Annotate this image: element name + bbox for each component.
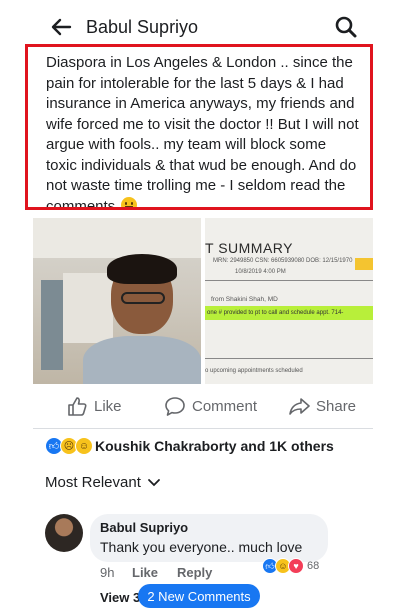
post-photos[interactable]: T SUMMARY MRN: 2949850 CSN: 6605939080 D… bbox=[33, 218, 373, 384]
page-title: Babul Supriyo bbox=[86, 17, 199, 37]
avatar[interactable] bbox=[45, 514, 83, 552]
doc-rule bbox=[205, 280, 373, 281]
reaction-icons[interactable]: 👍︎ ☹ ☺ bbox=[45, 436, 93, 456]
new-comments-button[interactable]: 2 New Comments bbox=[138, 584, 260, 608]
divider bbox=[33, 428, 373, 429]
doc-footer-line: o upcoming appointments scheduled bbox=[205, 368, 303, 374]
chevron-down-icon bbox=[147, 478, 160, 486]
grin-emoji-icon bbox=[121, 196, 138, 207]
hospital-gown bbox=[83, 336, 201, 384]
comment-icon bbox=[165, 397, 185, 416]
view-replies-link[interactable]: View 3 bbox=[100, 590, 140, 605]
doc-rule-2 bbox=[205, 358, 373, 359]
door bbox=[41, 280, 63, 370]
comment-like-button[interactable]: Like bbox=[132, 565, 158, 580]
comment-text: Thank you everyone.. much love bbox=[100, 539, 303, 555]
sort-dropdown[interactable]: Most Relevant bbox=[45, 474, 161, 491]
comment-author[interactable]: Babul Supriyo bbox=[100, 520, 188, 535]
post-text: Diaspora in Los Angeles & London .. sinc… bbox=[25, 44, 373, 210]
reactions-summary[interactable]: Koushik Chakraborty and 1K others bbox=[95, 438, 334, 454]
comment-time: 9h bbox=[100, 565, 115, 580]
comment-button[interactable]: Comment bbox=[164, 390, 257, 422]
comment-reaction-count: 68 bbox=[307, 560, 320, 572]
like-button[interactable]: Like bbox=[66, 390, 122, 422]
share-icon bbox=[289, 398, 310, 415]
doc-mrn-line: MRN: 2949850 CSN: 6605939080 DOB: 12/15/… bbox=[213, 258, 353, 264]
haha-icon: ☺ bbox=[75, 437, 93, 455]
love-icon: ♥ bbox=[288, 558, 304, 574]
wall bbox=[63, 273, 113, 343]
medical-document-photo[interactable]: T SUMMARY MRN: 2949850 CSN: 6605939080 D… bbox=[205, 218, 373, 384]
ceiling bbox=[33, 218, 201, 258]
share-label: Share bbox=[316, 397, 357, 415]
hair bbox=[107, 254, 177, 284]
back-arrow-icon[interactable] bbox=[50, 16, 72, 38]
glasses bbox=[121, 292, 165, 304]
doc-title: T SUMMARY bbox=[205, 240, 293, 256]
comment-reply-button[interactable]: Reply bbox=[177, 565, 212, 580]
doc-highlight-line: one # provided to pt to call and schedul… bbox=[207, 310, 344, 316]
comment-label: Comment bbox=[192, 397, 258, 415]
post-actions: Like Comment Share bbox=[0, 390, 400, 422]
doc-date-line: 10/8/2019 4:00 PM bbox=[235, 269, 286, 275]
search-icon[interactable] bbox=[334, 15, 358, 39]
post-body: Diaspora in Los Angeles & London .. sinc… bbox=[46, 54, 359, 210]
doc-physician-line: from Shakini Shah, MD bbox=[211, 296, 278, 303]
share-button[interactable]: Share bbox=[288, 390, 356, 422]
comment-reactions[interactable]: 👍︎ ☺ ♥ 68 bbox=[262, 558, 319, 574]
sort-label: Most Relevant bbox=[45, 474, 141, 491]
like-label: Like bbox=[94, 397, 122, 415]
hospital-selfie-photo[interactable] bbox=[33, 218, 201, 384]
thumbs-up-icon bbox=[68, 397, 87, 416]
doc-tag bbox=[355, 258, 373, 270]
